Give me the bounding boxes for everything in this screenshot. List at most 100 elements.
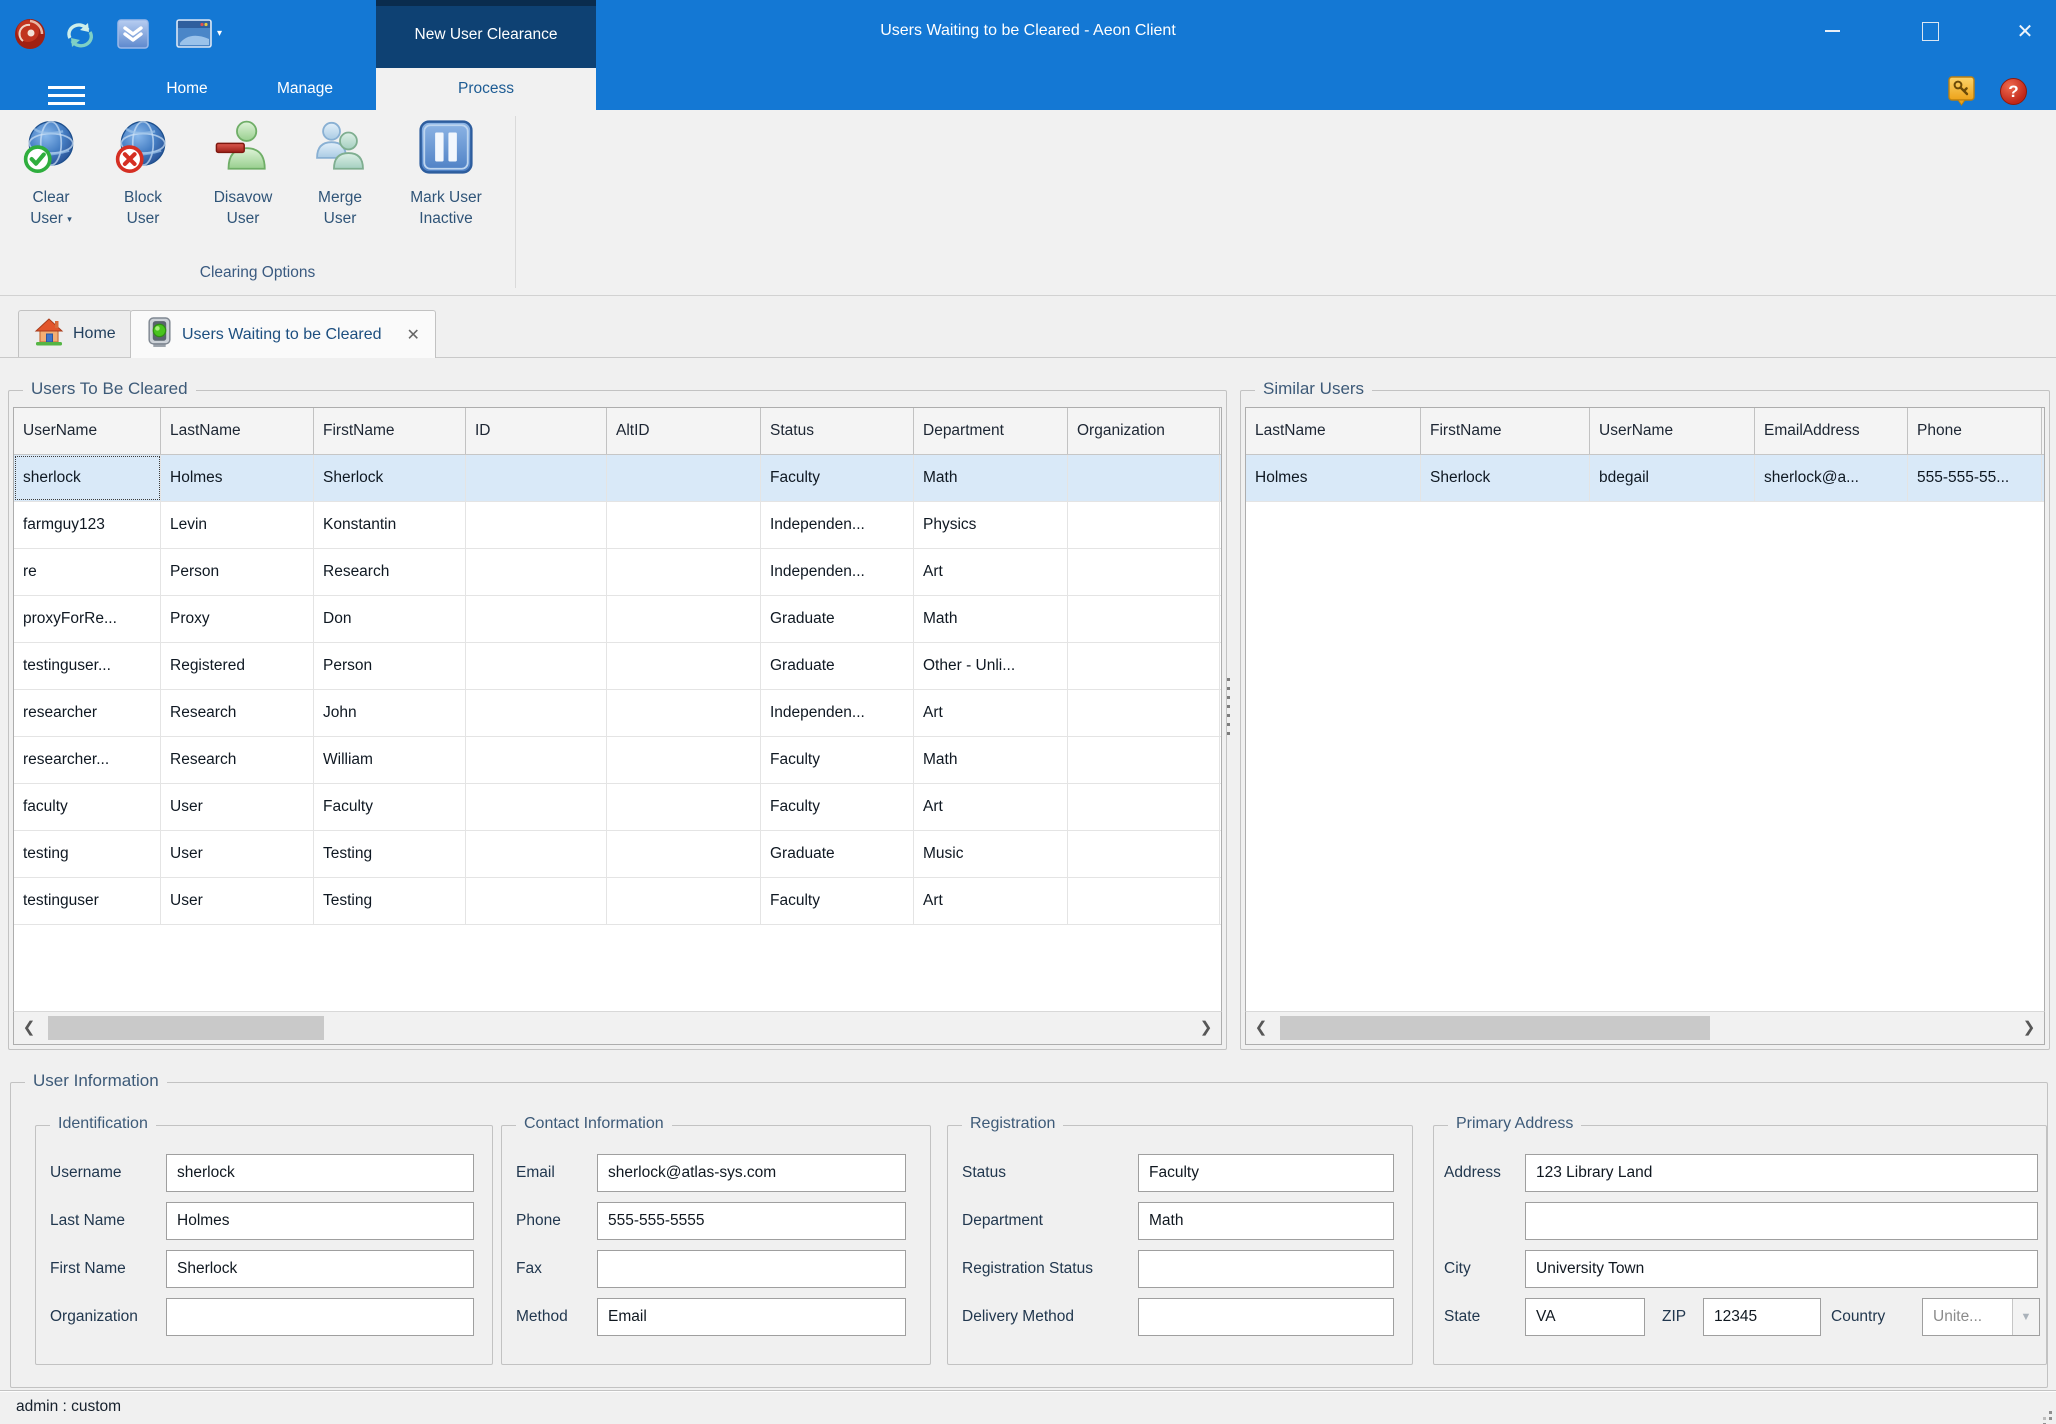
grid-cell[interactable]: Testing bbox=[314, 831, 466, 877]
column-header-firstname[interactable]: FirstName bbox=[314, 408, 466, 454]
grid-cell[interactable] bbox=[607, 502, 761, 548]
grid-cell[interactable]: Other - Unli... bbox=[914, 643, 1068, 689]
grid-cell[interactable]: Faculty bbox=[761, 737, 914, 783]
grid-cell[interactable]: Research bbox=[314, 549, 466, 595]
scroll-left-icon[interactable]: ❮ bbox=[1246, 1012, 1276, 1044]
column-header-department[interactable]: Department bbox=[914, 408, 1068, 454]
first-name-input[interactable]: Sherlock bbox=[166, 1250, 474, 1288]
address2-input[interactable] bbox=[1525, 1202, 2038, 1240]
grid-cell[interactable] bbox=[1068, 643, 1220, 689]
tab-manage[interactable]: Manage bbox=[262, 68, 348, 110]
table-row[interactable]: testinguser...RegisteredPersonGraduateOt… bbox=[14, 643, 1221, 690]
column-header-lastname[interactable]: LastName bbox=[1246, 408, 1421, 454]
grid-cell[interactable]: Graduate bbox=[761, 831, 914, 877]
grid-cell[interactable] bbox=[607, 549, 761, 595]
table-row[interactable]: facultyUserFacultyFacultyArt bbox=[14, 784, 1221, 831]
column-header-username[interactable]: UserName bbox=[1590, 408, 1755, 454]
users-grid-hscrollbar[interactable]: ❮ ❯ bbox=[13, 1011, 1222, 1045]
state-input[interactable]: VA bbox=[1525, 1298, 1645, 1336]
app-logo-icon[interactable] bbox=[13, 17, 47, 56]
grid-cell[interactable]: sherlock@a... bbox=[1755, 455, 1908, 501]
grid-cell[interactable]: testinguser... bbox=[14, 643, 161, 689]
grid-cell[interactable] bbox=[466, 596, 607, 642]
zip-input[interactable]: 12345 bbox=[1703, 1298, 1821, 1336]
grid-cell[interactable]: User bbox=[161, 831, 314, 877]
users-scroll-thumb[interactable] bbox=[48, 1016, 324, 1040]
grid-cell[interactable]: Faculty bbox=[761, 784, 914, 830]
grid-cell[interactable] bbox=[466, 784, 607, 830]
similar-grid-hscrollbar[interactable]: ❮ ❯ bbox=[1245, 1011, 2045, 1045]
scroll-left-icon[interactable]: ❮ bbox=[14, 1012, 44, 1044]
tab-process[interactable]: Process bbox=[376, 68, 596, 110]
grid-splitter-handle[interactable] bbox=[1227, 678, 1230, 740]
grid-cell[interactable]: User bbox=[161, 878, 314, 924]
grid-cell[interactable] bbox=[1068, 831, 1220, 877]
grid-cell[interactable] bbox=[607, 643, 761, 689]
method-input[interactable]: Email bbox=[597, 1298, 906, 1336]
close-button[interactable]: ✕ bbox=[1996, 6, 2054, 56]
grid-cell[interactable]: sherlock bbox=[14, 455, 161, 501]
grid-cell[interactable] bbox=[607, 596, 761, 642]
grid-cell[interactable] bbox=[466, 831, 607, 877]
grid-cell[interactable]: Music bbox=[914, 831, 1068, 877]
grid-cell[interactable]: Person bbox=[161, 549, 314, 595]
grid-cell[interactable] bbox=[607, 737, 761, 783]
grid-cell[interactable]: 555-555-55... bbox=[1908, 455, 2042, 501]
grid-cell[interactable] bbox=[466, 690, 607, 736]
status-input[interactable]: Faculty bbox=[1138, 1154, 1394, 1192]
minimize-button[interactable] bbox=[1803, 6, 1861, 56]
delivery-method-input[interactable] bbox=[1138, 1298, 1394, 1336]
registration-status-input[interactable] bbox=[1138, 1250, 1394, 1288]
grid-cell[interactable] bbox=[1068, 878, 1220, 924]
column-header-id[interactable]: ID bbox=[466, 408, 607, 454]
column-header-emailaddress[interactable]: EmailAddress bbox=[1755, 408, 1908, 454]
grid-cell[interactable]: farmguy123 bbox=[14, 502, 161, 548]
grid-cell[interactable]: Math bbox=[914, 737, 1068, 783]
chevron-heart-icon[interactable] bbox=[117, 18, 149, 55]
grid-cell[interactable]: Research bbox=[161, 690, 314, 736]
grid-cell[interactable] bbox=[1068, 737, 1220, 783]
qat-dropdown-caret[interactable]: ▾ bbox=[217, 28, 222, 39]
country-dropdown-icon[interactable]: ▼ bbox=[2012, 1299, 2039, 1335]
grid-cell[interactable]: Research bbox=[161, 737, 314, 783]
column-header-altid[interactable]: AltID bbox=[607, 408, 761, 454]
grid-cell[interactable]: Math bbox=[914, 455, 1068, 501]
table-row[interactable]: farmguy123LevinKonstantinIndependen...Ph… bbox=[14, 502, 1221, 549]
grid-cell[interactable]: Faculty bbox=[314, 784, 466, 830]
department-input[interactable]: Math bbox=[1138, 1202, 1394, 1240]
grid-cell[interactable]: testinguser bbox=[14, 878, 161, 924]
hamburger-menu-button[interactable] bbox=[48, 86, 85, 105]
table-row[interactable]: testinguserUserTestingFacultyArt bbox=[14, 878, 1221, 925]
city-input[interactable]: University Town bbox=[1525, 1250, 2038, 1288]
grid-cell[interactable]: bdegail bbox=[1590, 455, 1755, 501]
table-row[interactable]: HolmesSherlockbdegailsherlock@a...555-55… bbox=[1246, 455, 2044, 502]
grid-cell[interactable] bbox=[607, 878, 761, 924]
grid-cell[interactable] bbox=[1068, 549, 1220, 595]
grid-cell[interactable]: Faculty bbox=[761, 455, 914, 501]
similar-scroll-thumb[interactable] bbox=[1280, 1016, 1710, 1040]
last-name-input[interactable]: Holmes bbox=[166, 1202, 474, 1240]
block-user-button[interactable]: Block User bbox=[108, 118, 178, 268]
doc-tab-home[interactable]: Home bbox=[18, 310, 132, 357]
column-header-phone[interactable]: Phone bbox=[1908, 408, 2042, 454]
phone-input[interactable]: 555-555-5555 bbox=[597, 1202, 906, 1240]
grid-cell[interactable]: Testing bbox=[314, 878, 466, 924]
grid-cell[interactable]: Independen... bbox=[761, 690, 914, 736]
address1-input[interactable]: 123 Library Land bbox=[1525, 1154, 2038, 1192]
fax-input[interactable] bbox=[597, 1250, 906, 1288]
grid-cell[interactable] bbox=[1068, 690, 1220, 736]
grid-cell[interactable]: Holmes bbox=[161, 455, 314, 501]
grid-cell[interactable]: Art bbox=[914, 690, 1068, 736]
grid-cell[interactable] bbox=[1068, 784, 1220, 830]
grid-cell[interactable] bbox=[466, 549, 607, 595]
grid-cell[interactable]: Sherlock bbox=[1421, 455, 1590, 501]
grid-cell[interactable] bbox=[607, 455, 761, 501]
grid-cell[interactable] bbox=[466, 455, 607, 501]
maximize-button[interactable] bbox=[1901, 6, 1959, 56]
email-input[interactable]: sherlock@atlas-sys.com bbox=[597, 1154, 906, 1192]
scroll-right-icon[interactable]: ❯ bbox=[2014, 1012, 2044, 1044]
disavow-user-button[interactable]: Disavow User bbox=[200, 118, 286, 268]
mark-user-inactive-button[interactable]: Mark User Inactive bbox=[392, 118, 500, 268]
grid-cell[interactable]: testing bbox=[14, 831, 161, 877]
column-header-status[interactable]: Status bbox=[761, 408, 914, 454]
